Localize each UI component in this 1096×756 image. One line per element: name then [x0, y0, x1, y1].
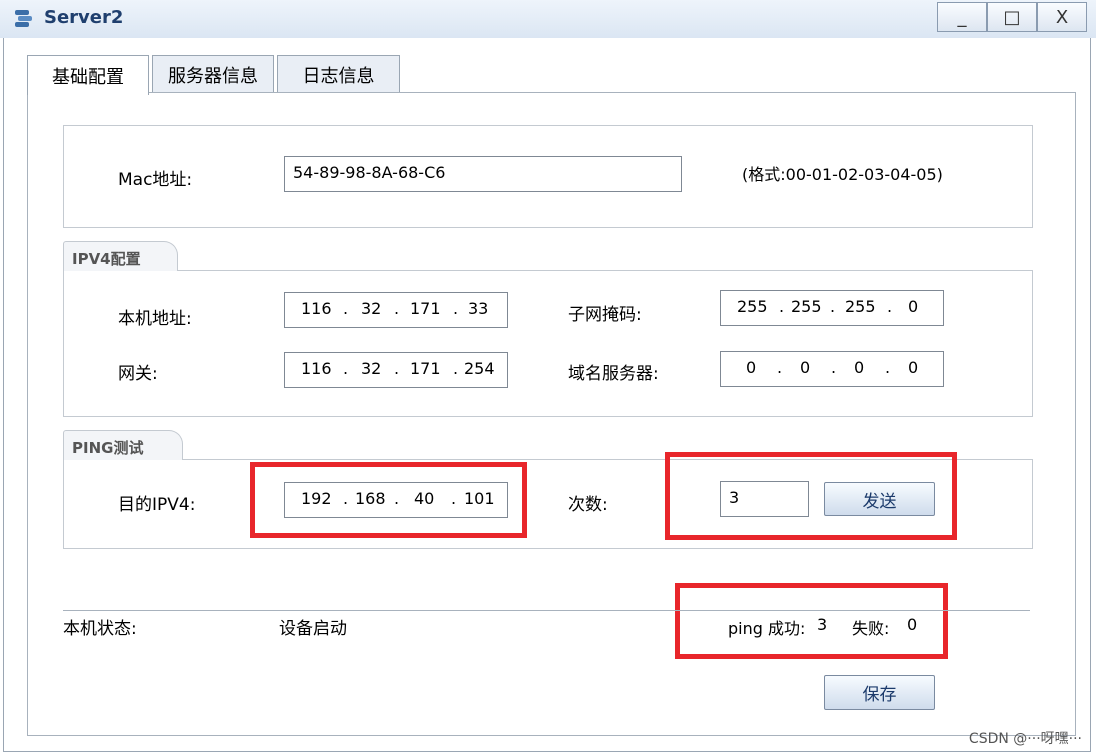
- local-ip-octet-1: 116: [301, 299, 332, 318]
- local-ip-octet-3: 171: [410, 299, 441, 318]
- target-ipv4-label: 目的IPV4:: [118, 495, 196, 515]
- gateway-input[interactable]: 116 . 32 . 171 . 254: [284, 352, 508, 388]
- gateway-label: 网关:: [118, 364, 158, 384]
- dns-octet-2: 0: [800, 358, 811, 377]
- local-address-input[interactable]: 116 . 32 . 171 . 33: [284, 292, 508, 328]
- mask-octet-4: 0: [908, 297, 919, 316]
- status-divider: [63, 610, 1030, 611]
- tab-server-info[interactable]: 服务器信息: [152, 55, 274, 93]
- dns-octet-3: 0: [854, 358, 865, 377]
- gateway-octet-2: 32: [361, 359, 382, 378]
- mask-octet-2: 255: [791, 297, 822, 316]
- subnet-mask-input[interactable]: 255 . 255 . 255 . 0: [720, 290, 944, 326]
- ping-count-label: 次数:: [568, 495, 608, 515]
- dns-octet-4: 0: [908, 358, 919, 377]
- mac-value: 54-89-98-8A-68-C6: [293, 163, 446, 182]
- mac-input[interactable]: 54-89-98-8A-68-C6: [284, 156, 682, 192]
- device-status-value: 设备启动: [279, 619, 347, 639]
- dns-server-label: 域名服务器:: [568, 364, 659, 384]
- ping-legend: PING测试: [63, 430, 183, 460]
- mac-format-hint: (格式:00-01-02-03-04-05): [742, 165, 943, 184]
- close-button[interactable]: X: [1037, 2, 1087, 32]
- highlight-target-box: [250, 462, 527, 538]
- save-button[interactable]: 保存: [824, 675, 935, 710]
- gateway-octet-4: 254: [464, 359, 495, 378]
- local-ip-octet-4: 33: [468, 299, 489, 318]
- ipv4-legend: IPV4配置: [63, 241, 178, 271]
- ping-success-count: 3: [817, 615, 828, 634]
- mac-label: Mac地址:: [118, 170, 193, 190]
- ping-fail-label: 失败:: [852, 619, 890, 638]
- mask-octet-3: 255: [845, 297, 876, 316]
- highlight-count-send-box: [665, 452, 957, 540]
- maximize-button[interactable]: □: [987, 2, 1037, 32]
- subnet-mask-label: 子网掩码:: [568, 305, 642, 325]
- ping-fail-count: 0: [907, 615, 918, 634]
- tab-log-info[interactable]: 日志信息: [277, 55, 400, 93]
- server-app-icon: [15, 10, 32, 27]
- gateway-octet-3: 171: [410, 359, 441, 378]
- watermark: CSDN @···呀嘿···: [968, 731, 1082, 747]
- minimize-button[interactable]: _: [937, 2, 987, 32]
- gateway-octet-1: 116: [301, 359, 332, 378]
- local-ip-octet-2: 32: [361, 299, 382, 318]
- device-status-label: 本机状态:: [63, 619, 137, 639]
- title-bar: Server2 _ □ X: [0, 0, 1096, 38]
- tab-basic-config[interactable]: 基础配置: [27, 55, 149, 95]
- window-title: Server2: [44, 7, 124, 28]
- local-address-label: 本机地址:: [118, 309, 192, 329]
- dns-octet-1: 0: [746, 358, 757, 377]
- dns-server-input[interactable]: 0 . 0 . 0 . 0: [720, 351, 944, 387]
- mask-octet-1: 255: [737, 297, 768, 316]
- ping-success-label: ping 成功:: [728, 619, 806, 638]
